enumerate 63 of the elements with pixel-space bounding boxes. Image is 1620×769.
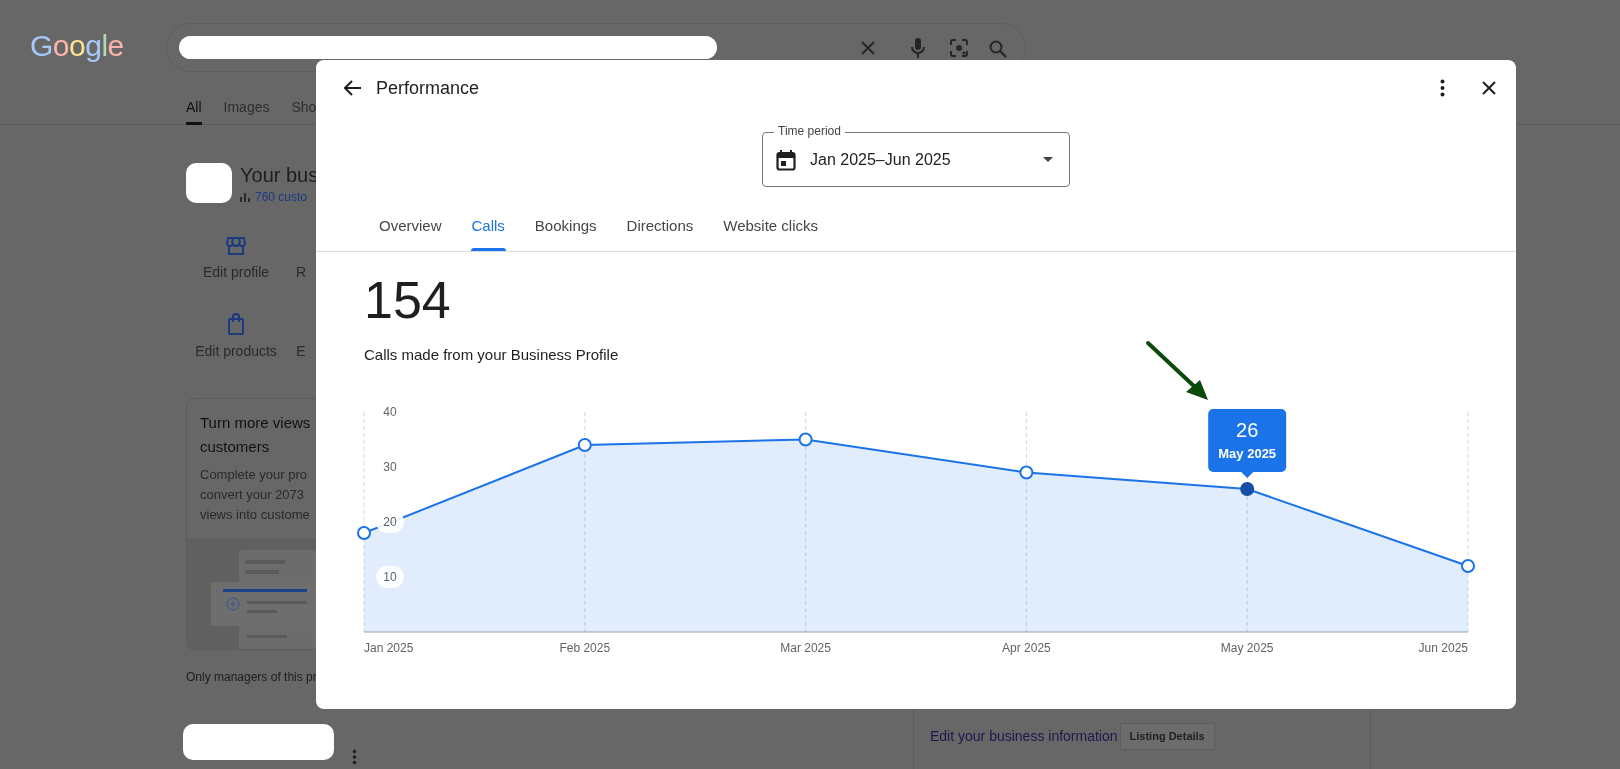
action-label[interactable]: Edit products (195, 341, 277, 362)
listing-details-button[interactable]: Listing Details (1119, 723, 1215, 750)
search-icon[interactable] (988, 39, 1008, 59)
search-tab[interactable]: All (186, 89, 202, 125)
data-point[interactable] (798, 432, 813, 447)
bar-chart-icon (240, 192, 250, 202)
dialog-tab[interactable]: Website clicks (708, 201, 833, 251)
shopping-bag-icon (227, 313, 245, 335)
dialog-tab[interactable]: Directions (611, 201, 709, 251)
close-icon[interactable] (1482, 81, 1496, 95)
x-tick-label: Jan 2025 (364, 641, 414, 655)
card-text-line: views into custome (200, 506, 311, 524)
y-tick-label: 40 (376, 401, 404, 423)
dialog-tab[interactable]: Calls (456, 201, 520, 251)
annotation-arrow (1144, 340, 1210, 402)
card-title-line: Turn more views (200, 413, 312, 433)
search-tab[interactable]: Sho (291, 89, 317, 125)
calendar-icon (776, 148, 796, 171)
dialog-tab[interactable]: Bookings (519, 201, 612, 251)
edit-business-link[interactable]: Edit your business information (930, 726, 1118, 747)
x-tick-label: Feb 2025 (559, 641, 611, 655)
y-tick-label: 40 (383, 405, 397, 419)
y-tick-label: 30 (383, 460, 397, 474)
search-tab[interactable]: Images (223, 89, 270, 125)
data-point[interactable] (1240, 482, 1255, 496)
dialog-tab[interactable]: Overview (364, 201, 457, 251)
action-label[interactable]: E (296, 341, 306, 362)
field-label: Time period (774, 124, 845, 138)
data-point[interactable] (577, 438, 592, 452)
tooltip-value: 26 (1236, 419, 1259, 441)
total-count: 154 (364, 274, 452, 326)
data-point[interactable] (357, 526, 371, 540)
y-tick-label: 30 (376, 456, 404, 478)
google-logo[interactable]: Google (30, 29, 166, 63)
storefront-icon (226, 236, 246, 256)
dialog-title: Performance (376, 76, 480, 100)
customer-count-link[interactable]: 760 custo (255, 188, 308, 206)
x-tick-label: Apr 2025 (1002, 641, 1051, 655)
card-text-line: Complete your pro (200, 466, 308, 484)
more-options-icon[interactable] (1440, 79, 1445, 97)
logo-placeholder (186, 163, 232, 203)
time-period-value: Jan 2025–Jun 2025 (810, 149, 951, 170)
y-tick-label: 10 (383, 570, 397, 584)
x-tick-label: Mar 2025 (780, 641, 831, 655)
y-tick-label: 10 (376, 566, 404, 588)
x-tick-label: Jun 2025 (1418, 641, 1468, 655)
data-point[interactable] (1461, 559, 1475, 573)
managers-note: Only managers of this pr (186, 669, 317, 686)
camera-icon[interactable] (949, 38, 969, 58)
action-label[interactable]: R (295, 262, 307, 283)
card-title-line: customers (200, 437, 271, 457)
back-arrow-icon[interactable] (344, 80, 362, 96)
dropdown-caret-icon (1043, 157, 1053, 162)
clear-icon[interactable] (859, 39, 877, 57)
x-tick-label: May 2025 (1220, 641, 1274, 655)
tooltip-label: May 2025 (1218, 446, 1277, 461)
y-tick-label: 20 (383, 515, 397, 529)
business-name: Your bus (240, 163, 319, 187)
data-point[interactable] (1019, 465, 1034, 480)
card-text-line: convert your 2073 (200, 486, 306, 504)
microphone-icon[interactable] (910, 37, 926, 59)
chart-caption: Calls made from your Business Profile (364, 345, 620, 365)
action-label[interactable]: Edit profile (202, 262, 270, 283)
